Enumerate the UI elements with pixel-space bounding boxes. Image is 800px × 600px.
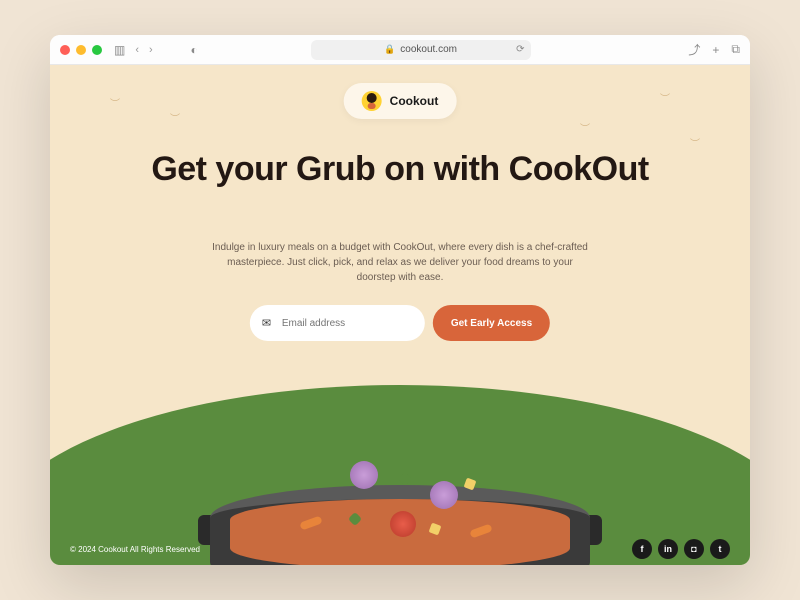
maximize-window-button[interactable] (92, 45, 102, 55)
email-signup-form: ✉ Get Early Access (250, 305, 550, 341)
bird-icon: ︶ (580, 120, 590, 135)
bird-icon: ︶ (170, 110, 180, 125)
footer: © 2024 Cookout All Rights Reserved f in … (50, 533, 750, 565)
carrot-icon (299, 515, 322, 530)
browser-titlebar: ▥ ‹ › ◐ 🔒 cookout.com ⟳ ⤴ + ⧉ (50, 35, 750, 65)
get-early-access-button[interactable]: Get Early Access (433, 305, 550, 341)
linkedin-link[interactable]: in (658, 539, 678, 559)
lock-icon: 🔒 (384, 44, 395, 55)
instagram-link[interactable]: ◘ (684, 539, 704, 559)
back-button[interactable]: ‹ (135, 44, 139, 56)
brand-name: Cookout (390, 94, 439, 108)
minimize-window-button[interactable] (76, 45, 86, 55)
onion-icon (350, 461, 378, 489)
page-viewport: ︶ ︶ ︶ ︶ ︶ Cookout Get your Grub on with … (50, 65, 750, 565)
copyright-text: © 2024 Cookout All Rights Reserved (70, 545, 200, 554)
close-window-button[interactable] (60, 45, 70, 55)
bird-icon: ︶ (110, 95, 120, 110)
logo-badge[interactable]: Cookout (344, 83, 457, 119)
bird-icon: ︶ (690, 135, 700, 150)
traffic-lights (60, 45, 102, 55)
email-input[interactable] (250, 305, 425, 341)
herb-icon (348, 512, 362, 526)
sidebar-toggle-icon[interactable]: ▥ (114, 43, 125, 57)
onion-icon (430, 481, 458, 509)
new-tab-icon[interactable]: + (712, 43, 719, 57)
shield-icon[interactable]: ◐ (191, 43, 198, 57)
logo-icon (362, 91, 382, 111)
url-text: cookout.com (400, 44, 457, 55)
hero-title: Get your Grub on with CookOut (150, 150, 650, 189)
facebook-link[interactable]: f (632, 539, 652, 559)
browser-window: ▥ ‹ › ◐ 🔒 cookout.com ⟳ ⤴ + ⧉ ︶ ︶ ︶ ︶ ︶ … (50, 35, 750, 565)
address-bar[interactable]: ◐ 🔒 cookout.com ⟳ (311, 40, 531, 60)
hero-subtitle: Indulge in luxury meals on a budget with… (210, 240, 590, 285)
refresh-icon[interactable]: ⟳ (516, 44, 524, 55)
bird-icon: ︶ (660, 90, 670, 105)
twitter-link[interactable]: t (710, 539, 730, 559)
tabs-icon[interactable]: ⧉ (731, 42, 740, 57)
forward-button[interactable]: › (149, 44, 153, 56)
herb-icon (398, 472, 412, 486)
social-links: f in ◘ t (632, 539, 730, 559)
envelope-icon: ✉ (262, 317, 271, 330)
share-icon[interactable]: ⤴ (688, 41, 700, 58)
